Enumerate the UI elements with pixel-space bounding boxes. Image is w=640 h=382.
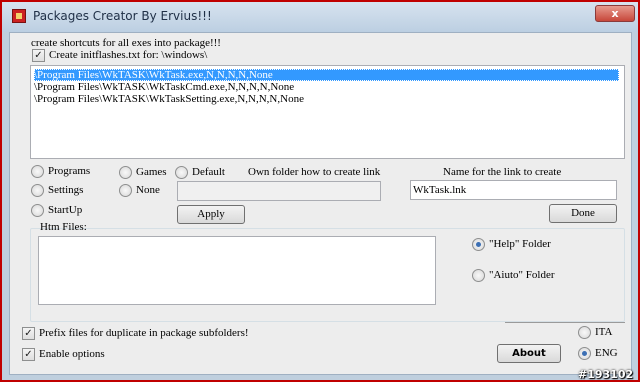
own-folder-input[interactable]	[177, 181, 381, 201]
radio-ita[interactable]	[578, 326, 591, 339]
radio-none-label: None	[136, 184, 160, 196]
radio-games-label: Games	[136, 166, 167, 178]
close-icon: x	[611, 7, 619, 20]
watermark: #193102	[578, 368, 634, 381]
radio-help-folder-label: "Help" Folder	[489, 238, 551, 250]
window-title: Packages Creator By Ervius!!!	[33, 9, 212, 23]
link-name-label: Name for the link to create	[443, 166, 562, 178]
radio-auto-folder[interactable]	[472, 269, 485, 282]
radio-help-folder[interactable]	[472, 238, 485, 251]
radio-eng-label: ENG	[595, 347, 618, 359]
radio-startup-label: StartUp	[48, 204, 83, 216]
divider	[505, 322, 625, 323]
htm-files-label: Htm Files:	[40, 221, 87, 233]
app-icon	[12, 9, 26, 23]
htm-files-list[interactable]	[38, 236, 436, 305]
list-item[interactable]: \Program Files\WkTASK\WkTaskSetting.exe,…	[34, 93, 304, 105]
about-button[interactable]: About	[497, 344, 561, 363]
apply-button[interactable]: Apply	[177, 205, 245, 224]
initflashes-label: Create initflashes.txt for: \windows\	[49, 49, 208, 61]
app-window: Packages Creator By Ervius!!! x create s…	[0, 0, 640, 382]
link-name-input[interactable]: WkTask.lnk	[410, 180, 617, 200]
radio-settings[interactable]	[31, 184, 44, 197]
radio-eng[interactable]	[578, 347, 591, 360]
radio-default[interactable]	[175, 166, 188, 179]
radio-games[interactable]	[119, 166, 132, 179]
radio-programs[interactable]	[31, 165, 44, 178]
radio-startup[interactable]	[31, 204, 44, 217]
own-folder-label: Own folder how to create link	[248, 166, 381, 178]
radio-auto-folder-label: "Aiuto" Folder	[489, 269, 555, 281]
list-item[interactable]: \Program Files\WkTASK\WkTaskCmd.exe,N,N,…	[34, 81, 294, 93]
prefix-files-checkbox[interactable]: ✓	[22, 327, 35, 340]
list-item[interactable]: \Program Files\WkTASK\WkTask.exe,N,N,N,N…	[34, 69, 619, 81]
radio-programs-label: Programs	[48, 165, 91, 177]
done-button[interactable]: Done	[549, 204, 617, 223]
radio-none[interactable]	[119, 184, 132, 197]
exe-list[interactable]: \Program Files\WkTASK\WkTask.exe,N,N,N,N…	[30, 65, 625, 159]
initflashes-checkbox[interactable]: ✓	[32, 49, 45, 62]
radio-settings-label: Settings	[48, 184, 84, 196]
radio-ita-label: ITA	[595, 326, 613, 338]
radio-default-label: Default	[192, 166, 225, 178]
close-button[interactable]: x	[595, 5, 635, 22]
main-panel: create shortcuts for all exes into packa…	[9, 32, 632, 375]
enable-options-label: Enable options	[39, 348, 105, 360]
title-bar: Packages Creator By Ervius!!! x	[2, 2, 638, 32]
enable-options-checkbox[interactable]: ✓	[22, 348, 35, 361]
prefix-files-label: Prefix files for duplicate in package su…	[39, 327, 249, 339]
